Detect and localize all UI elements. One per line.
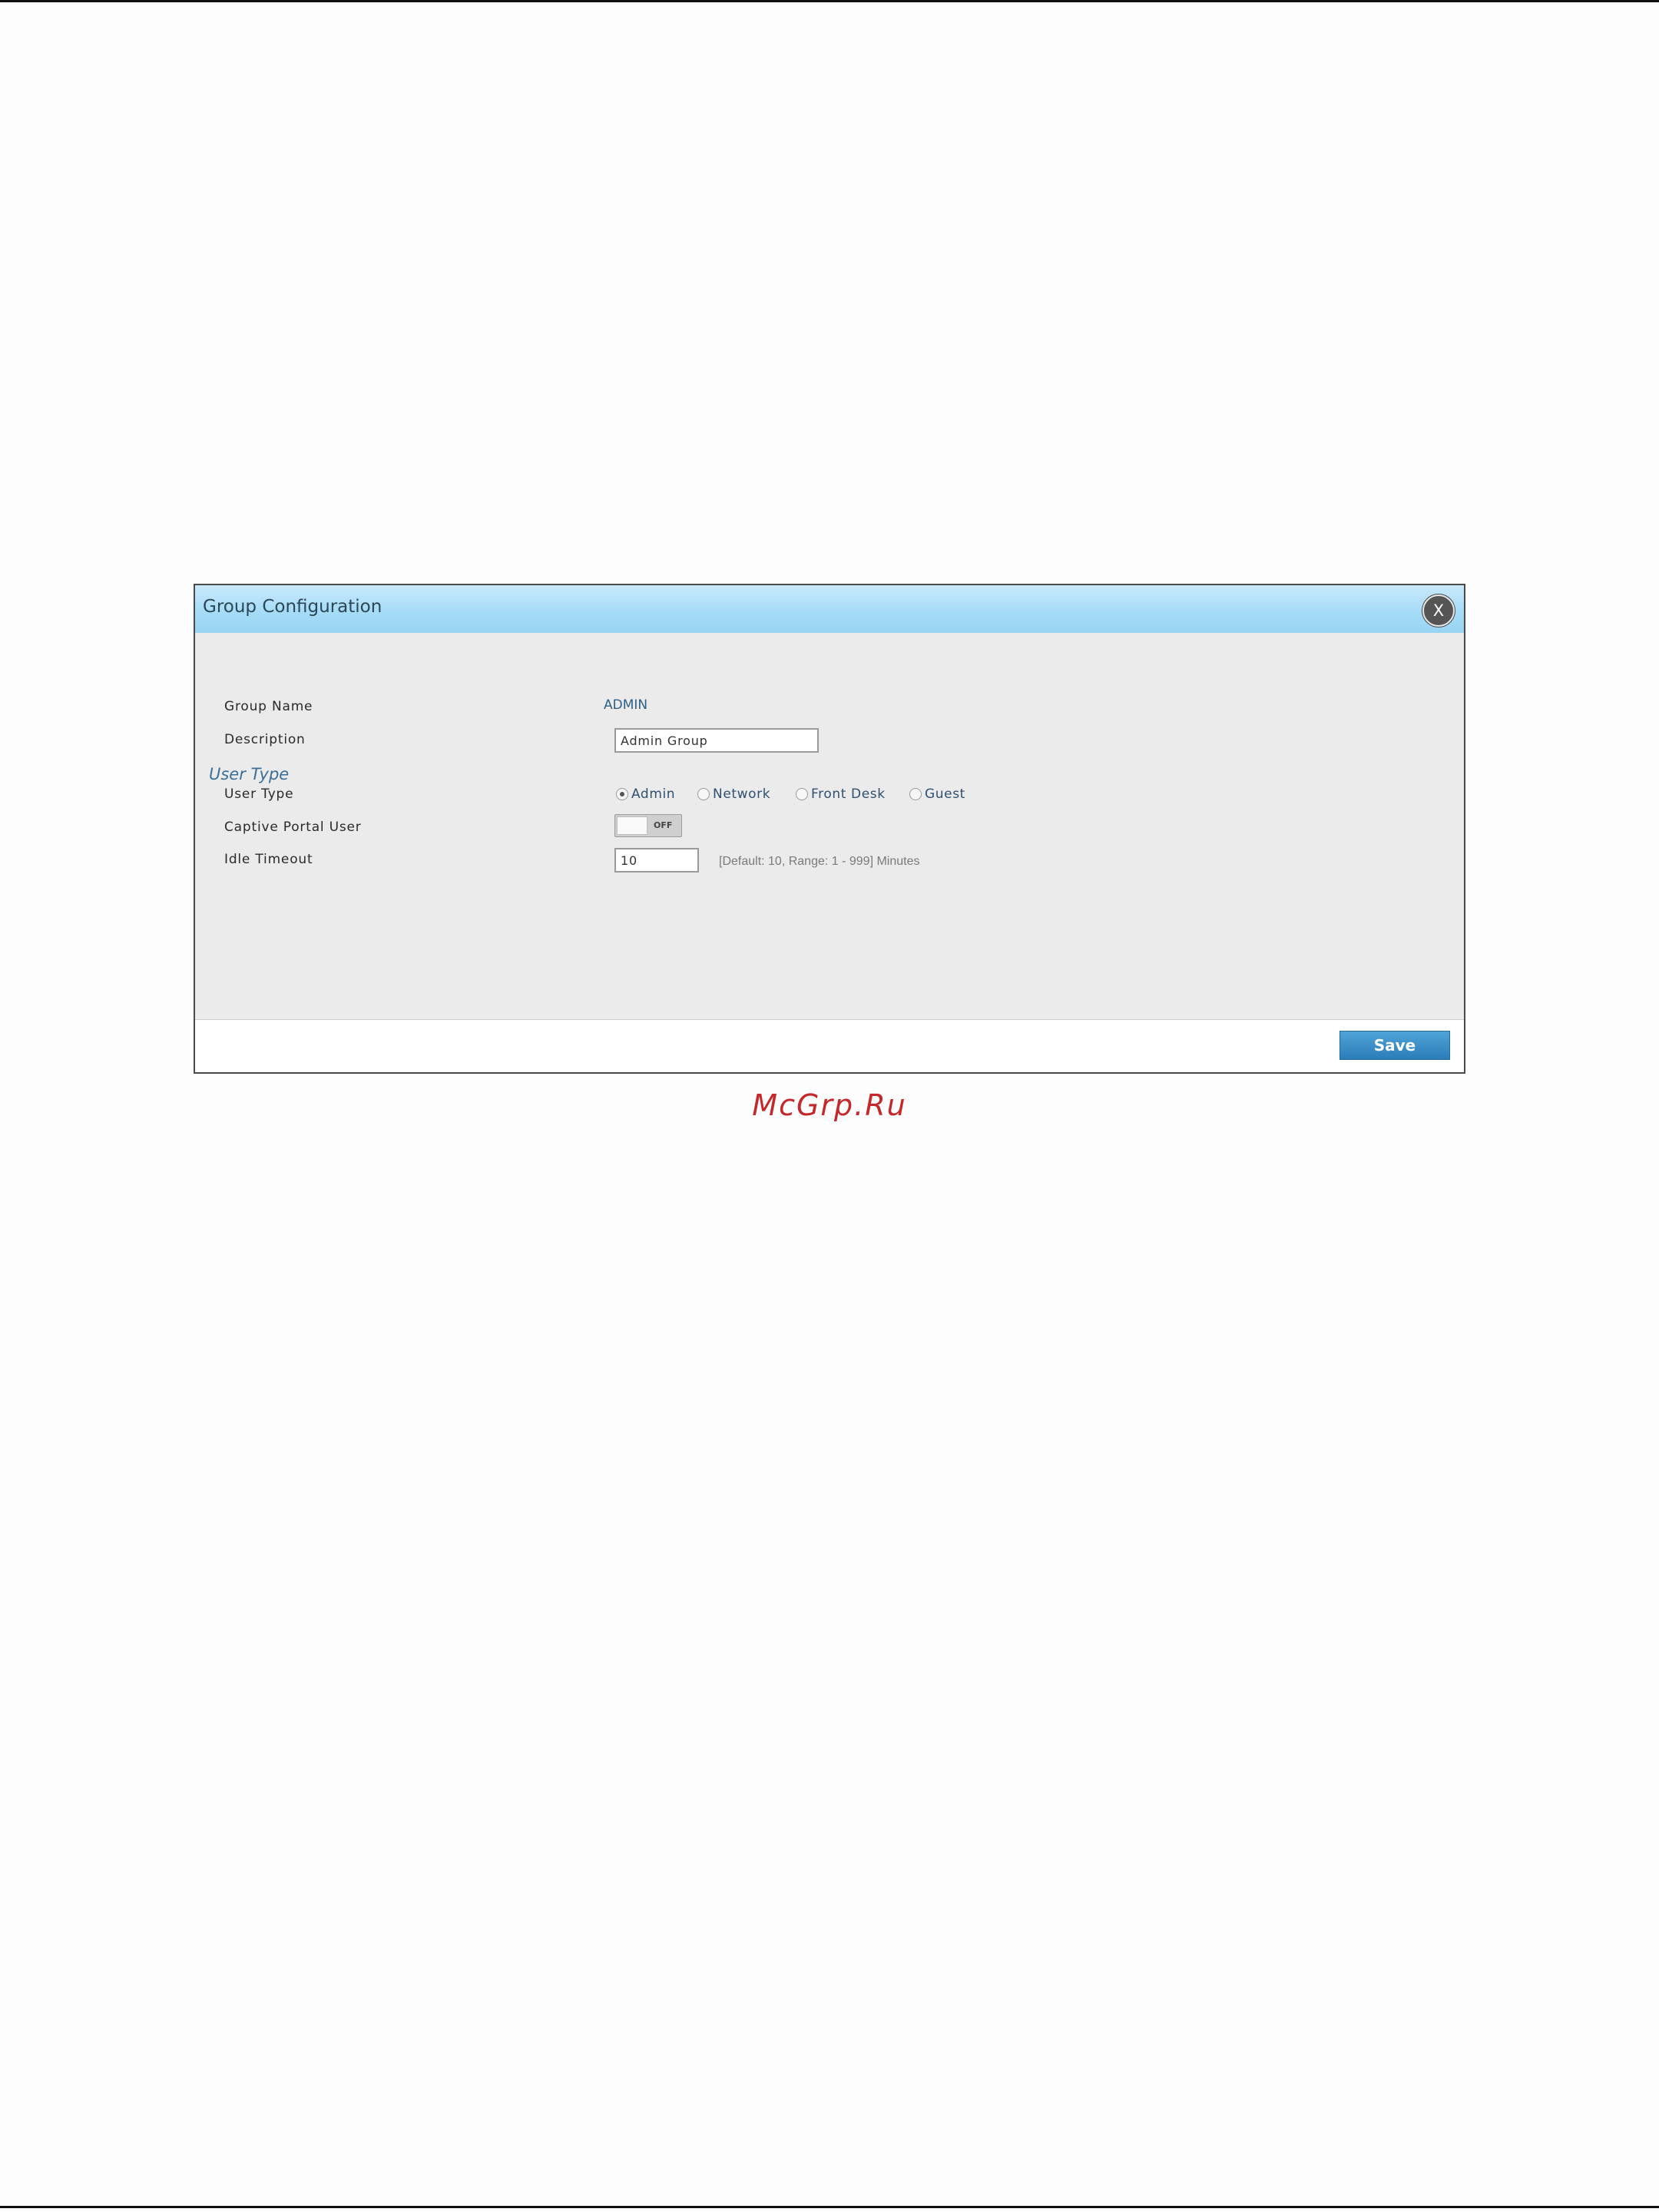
idle-timeout-input[interactable] [614,848,699,873]
toggle-knob [617,816,647,835]
user-type-label: User Type [224,786,294,802]
page-bottom-rule [0,2206,1659,2208]
section-heading-user-type: User Type [209,765,290,783]
radio-front-desk-label: Front Desk [811,786,886,802]
dialog-title: Group Configuration [203,597,382,617]
watermark-text: McGrp.Ru [752,1088,907,1122]
captive-portal-toggle[interactable]: OFF [614,814,682,837]
description-input[interactable] [614,728,819,753]
radio-admin[interactable]: Admin [616,786,675,802]
dialog-header: Group Configuration X [195,585,1464,634]
radio-network-label: Network [713,786,771,802]
radio-guest-label: Guest [925,786,965,802]
captive-portal-user-label: Captive Portal User [224,820,362,835]
radio-checked-icon [616,788,628,800]
dialog-footer: Save [195,1019,1464,1072]
radio-unchecked-icon [796,788,808,800]
radio-front-desk[interactable]: Front Desk [796,786,886,802]
page-top-rule [0,0,1659,2]
idle-timeout-hint: [Default: 10, Range: 1 - 999] Minutes [719,855,920,868]
group-name-value: ADMIN [604,697,648,713]
description-label: Description [224,732,306,747]
radio-unchecked-icon [909,788,922,800]
toggle-state-text: OFF [654,820,673,830]
radio-admin-label: Admin [631,786,676,802]
radio-unchecked-icon [697,788,710,800]
close-icon: X [1432,601,1445,620]
radio-network[interactable]: Network [697,786,770,802]
group-name-label: Group Name [224,699,313,714]
save-button[interactable]: Save [1339,1031,1450,1060]
idle-timeout-label: Idle Timeout [224,852,313,867]
close-button[interactable]: X [1422,594,1455,627]
radio-guest[interactable]: Guest [909,786,965,802]
dialog-body: Group Name ADMIN Description User Type U… [195,633,1464,1023]
group-configuration-dialog: Group Configuration X Group Name ADMIN D… [194,584,1465,1074]
